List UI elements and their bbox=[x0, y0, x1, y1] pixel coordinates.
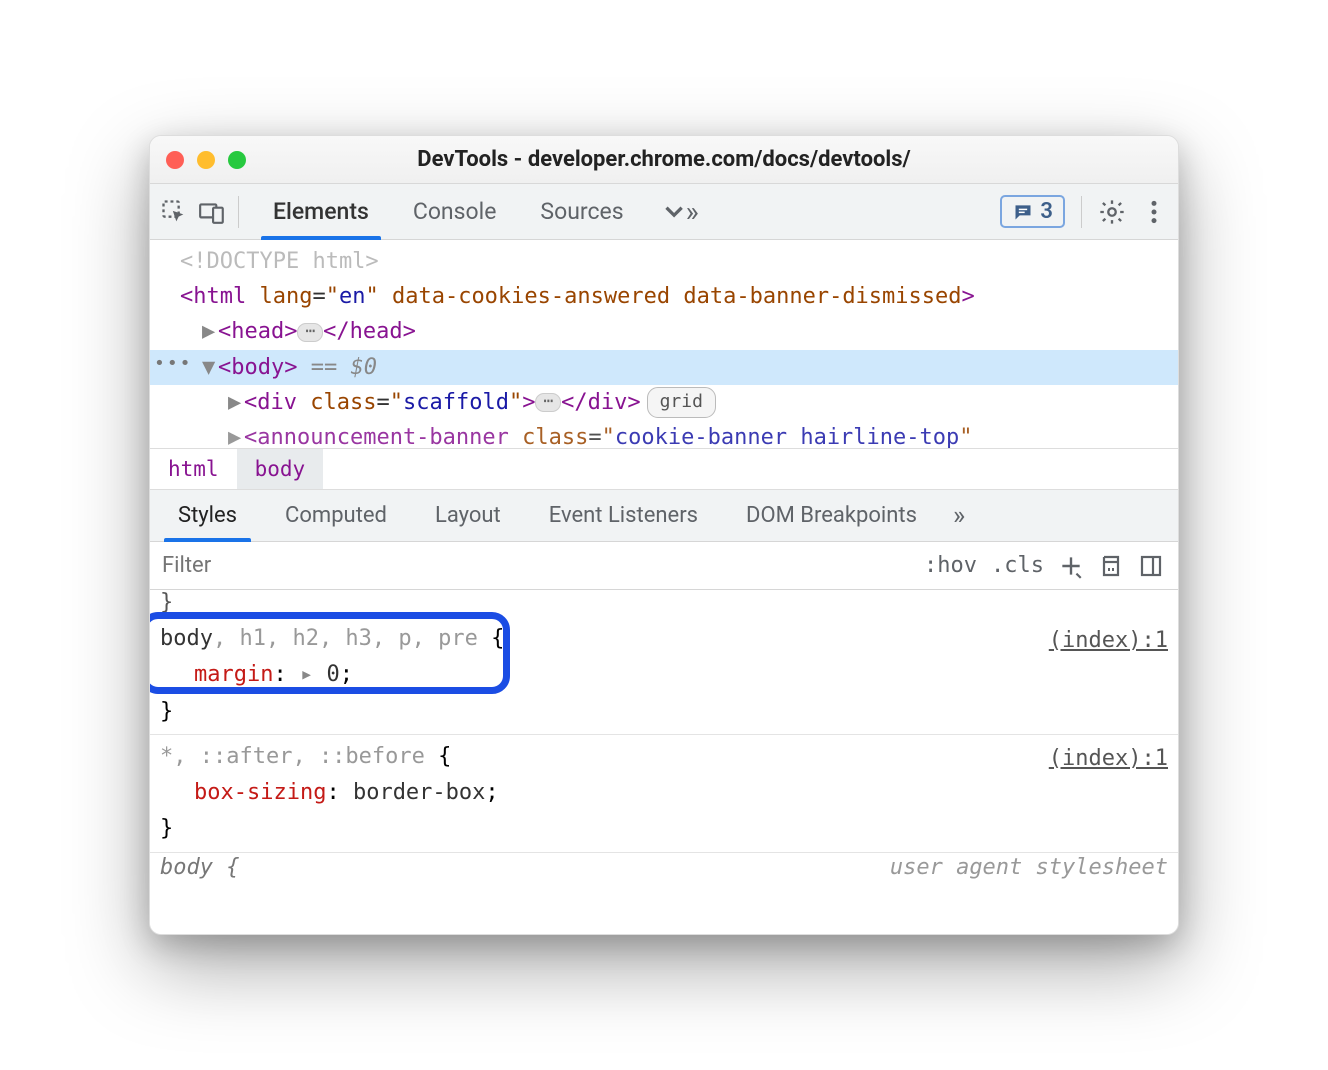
issues-badge[interactable]: 3 bbox=[1000, 195, 1065, 228]
breadcrumb: html body bbox=[150, 448, 1178, 490]
titlebar: DevTools - developer.chrome.com/docs/dev… bbox=[150, 136, 1178, 184]
breadcrumb-html[interactable]: html bbox=[150, 449, 237, 489]
css-rule[interactable]: (index):1 body, h1, h2, h3, p, pre { mar… bbox=[150, 617, 1178, 735]
dom-html-element[interactable]: <html lang="en" data-cookies-answered da… bbox=[150, 279, 1178, 314]
rule-selector[interactable]: *, ::after, ::before bbox=[160, 744, 425, 769]
kebab-menu-icon[interactable] bbox=[1140, 198, 1168, 226]
devtools-window: DevTools - developer.chrome.com/docs/dev… bbox=[149, 135, 1179, 935]
rule-source-link[interactable]: (index):1 bbox=[1049, 623, 1168, 659]
expand-arrow-icon[interactable]: ▶ bbox=[228, 385, 242, 420]
breadcrumb-body[interactable]: body bbox=[237, 449, 324, 489]
minimize-window-button[interactable] bbox=[197, 151, 215, 169]
dom-doctype[interactable]: <!DOCTYPE html> bbox=[150, 244, 1178, 279]
grid-layout-badge[interactable]: grid bbox=[647, 387, 716, 418]
rule-partial-close: } bbox=[150, 590, 1178, 617]
collapse-arrow-icon[interactable]: ▼ bbox=[202, 350, 216, 385]
dom-body-element-selected[interactable]: ••• ▼<body> == $0 bbox=[150, 350, 1178, 385]
expand-arrow-icon[interactable]: ▶ bbox=[202, 314, 216, 349]
css-declaration[interactable]: margin: ▸ 0; bbox=[160, 657, 1168, 693]
more-tabs-button[interactable]: » bbox=[646, 184, 713, 239]
console-reference: == $0 bbox=[311, 355, 377, 380]
tab-elements[interactable]: Elements bbox=[251, 184, 391, 239]
toolbar-divider bbox=[238, 196, 239, 228]
dom-div-scaffold[interactable]: ▶<div class="scaffold">⋯</div>grid bbox=[150, 385, 1178, 420]
stab-layout[interactable]: Layout bbox=[411, 490, 525, 541]
message-icon bbox=[1012, 202, 1034, 222]
stab-styles[interactable]: Styles bbox=[154, 490, 261, 541]
settings-icon[interactable] bbox=[1098, 198, 1126, 226]
ellipsis-badge[interactable]: ⋯ bbox=[297, 323, 323, 342]
selection-dots-icon: ••• bbox=[154, 350, 193, 379]
css-declaration[interactable]: box-sizing: border-box; bbox=[160, 775, 1168, 811]
hov-toggle[interactable]: :hov bbox=[924, 553, 977, 578]
new-style-rule-icon[interactable] bbox=[1058, 553, 1084, 579]
tab-sources[interactable]: Sources bbox=[518, 184, 645, 239]
inspect-element-icon[interactable] bbox=[160, 198, 188, 226]
tab-label: Elements bbox=[273, 198, 369, 225]
panel-tabs: Elements Console Sources » bbox=[251, 184, 713, 239]
ellipsis-badge[interactable]: ⋯ bbox=[535, 393, 561, 412]
maximize-window-button[interactable] bbox=[228, 151, 246, 169]
dom-truncated-line[interactable]: ▶<announcement-banner class="cookie-bann… bbox=[150, 420, 1178, 448]
styles-tab-bar: Styles Computed Layout Event Listeners D… bbox=[150, 490, 1178, 542]
more-styles-tabs-button[interactable]: » bbox=[941, 490, 977, 541]
close-window-button[interactable] bbox=[166, 151, 184, 169]
tab-label: Console bbox=[413, 198, 497, 225]
window-controls bbox=[166, 151, 246, 169]
window-title: DevTools - developer.chrome.com/docs/dev… bbox=[150, 147, 1178, 172]
stab-event-listeners[interactable]: Event Listeners bbox=[525, 490, 722, 541]
main-toolbar: Elements Console Sources » 3 bbox=[150, 184, 1178, 240]
tab-console[interactable]: Console bbox=[391, 184, 519, 239]
tab-label: Sources bbox=[540, 198, 623, 225]
expand-arrow-icon[interactable]: ▶ bbox=[228, 420, 242, 448]
styles-filter-bar: :hov .cls bbox=[150, 542, 1178, 590]
rule-source-link[interactable]: (index):1 bbox=[1049, 741, 1168, 777]
issues-count: 3 bbox=[1040, 199, 1053, 224]
stab-dom-breakpoints[interactable]: DOM Breakpoints bbox=[722, 490, 941, 541]
styles-filter-input[interactable] bbox=[150, 553, 924, 578]
css-rule[interactable]: (index):1 *, ::after, ::before { box-siz… bbox=[150, 735, 1178, 853]
cls-toggle[interactable]: .cls bbox=[991, 553, 1044, 578]
panel-layout-icon[interactable] bbox=[1138, 553, 1164, 579]
dom-head-element[interactable]: ▶<head>⋯</head> bbox=[150, 314, 1178, 349]
styles-rules-pane[interactable]: } (index):1 body, h1, h2, h3, p, pre { m… bbox=[150, 590, 1178, 934]
rule-selector[interactable]: body, h1, h2, h3, p, pre bbox=[160, 626, 478, 651]
device-toolbar-icon[interactable] bbox=[198, 198, 226, 226]
toolbar-divider bbox=[1081, 196, 1082, 228]
dom-tree[interactable]: <!DOCTYPE html> <html lang="en" data-coo… bbox=[150, 240, 1178, 448]
copy-styles-icon[interactable] bbox=[1098, 553, 1124, 579]
stab-computed[interactable]: Computed bbox=[261, 490, 411, 541]
css-rule-peek[interactable]: body { user agent stylesheet bbox=[150, 853, 1178, 884]
